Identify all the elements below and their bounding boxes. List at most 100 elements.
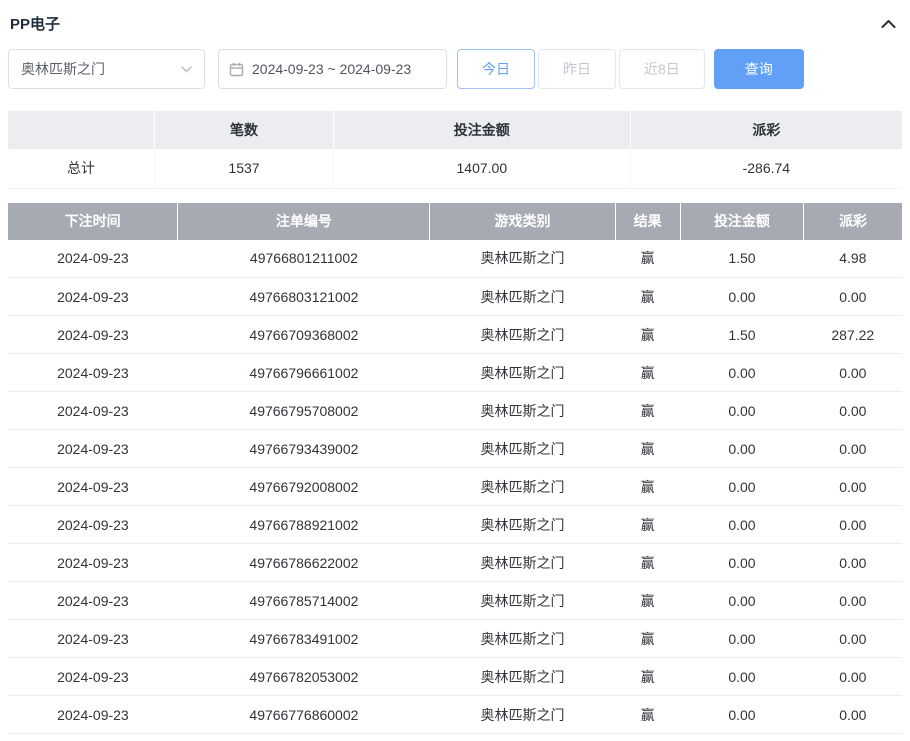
cell-bet-time: 2024-09-23 <box>8 430 178 468</box>
page-title: PP电子 <box>10 13 60 34</box>
bet-table-header-row: 下注时间 注单编号 游戏类别 结果 投注金额 派彩 <box>8 203 902 240</box>
cell-bet-amount: 0.00 <box>680 582 803 620</box>
quick-button-yesterday[interactable]: 昨日 <box>538 49 616 89</box>
cell-bet-id: 49766796661002 <box>178 354 430 392</box>
summary-header-empty <box>8 111 155 149</box>
cell-bet-id: 49766801211002 <box>178 240 430 278</box>
collapse-chevron-up-icon[interactable] <box>881 19 896 29</box>
cell-bet-time: 2024-09-23 <box>8 506 178 544</box>
summary-table: 笔数 投注金额 派彩 总计 1537 1407.00 -286.74 <box>8 111 902 189</box>
cell-result: 赢 <box>615 544 680 582</box>
cell-bet-time: 2024-09-23 <box>8 354 178 392</box>
cell-game-type: 奥林匹斯之门 <box>430 620 615 658</box>
table-row: 2024-09-2349766786622002奥林匹斯之门赢0.000.00 <box>8 544 902 582</box>
cell-game-type: 奥林匹斯之门 <box>430 582 615 620</box>
cell-bet-id: 49766786622002 <box>178 544 430 582</box>
cell-bet-amount: 0.00 <box>680 506 803 544</box>
cell-bet-amount: 0.00 <box>680 544 803 582</box>
cell-result: 赢 <box>615 430 680 468</box>
table-row: 2024-09-2349766782053002奥林匹斯之门赢0.000.00 <box>8 658 902 696</box>
cell-bet-amount: 0.00 <box>680 354 803 392</box>
cell-bet-id: 49766803121002 <box>178 278 430 316</box>
cell-payout: 0.00 <box>804 582 902 620</box>
cell-bet-id: 49766788921002 <box>178 506 430 544</box>
summary-header-count: 笔数 <box>155 111 334 149</box>
cell-bet-amount: 0.00 <box>680 620 803 658</box>
cell-payout: 0.00 <box>804 354 902 392</box>
table-row: 2024-09-2349766709368002奥林匹斯之门赢1.50287.2… <box>8 316 902 354</box>
cell-bet-id: 49766785714002 <box>178 582 430 620</box>
cell-game-type: 奥林匹斯之门 <box>430 392 615 430</box>
cell-result: 赢 <box>615 392 680 430</box>
cell-result: 赢 <box>615 278 680 316</box>
cell-bet-id: 49766782053002 <box>178 658 430 696</box>
cell-payout: 0.00 <box>804 506 902 544</box>
cell-bet-id: 49766783491002 <box>178 620 430 658</box>
cell-game-type: 奥林匹斯之门 <box>430 506 615 544</box>
header-game-type: 游戏类别 <box>430 203 615 240</box>
header-bet-time: 下注时间 <box>8 203 178 240</box>
summary-header-row: 笔数 投注金额 派彩 <box>8 111 902 149</box>
pp-games-panel: PP电子 奥林匹斯之门 2024-09-23 ~ 2024-09-23 今日 <box>0 0 910 734</box>
cell-bet-id: 49766709368002 <box>178 316 430 354</box>
date-range-picker[interactable]: 2024-09-23 ~ 2024-09-23 <box>218 49 447 89</box>
cell-result: 赢 <box>615 620 680 658</box>
cell-payout: 0.00 <box>804 544 902 582</box>
cell-payout: 0.00 <box>804 696 902 734</box>
summary-total-label: 总计 <box>8 149 155 188</box>
game-select-value: 奥林匹斯之门 <box>21 59 105 79</box>
cell-bet-amount: 0.00 <box>680 392 803 430</box>
bet-table: 下注时间 注单编号 游戏类别 结果 投注金额 派彩 2024-09-234976… <box>8 203 902 735</box>
cell-bet-amount: 0.00 <box>680 658 803 696</box>
cell-result: 赢 <box>615 506 680 544</box>
cell-bet-time: 2024-09-23 <box>8 278 178 316</box>
game-select[interactable]: 奥林匹斯之门 <box>8 49 205 89</box>
summary-header-bet-amount: 投注金额 <box>333 111 630 149</box>
table-row: 2024-09-2349766783491002奥林匹斯之门赢0.000.00 <box>8 620 902 658</box>
cell-payout: 287.22 <box>804 316 902 354</box>
cell-bet-time: 2024-09-23 <box>8 544 178 582</box>
header-bet-id: 注单编号 <box>178 203 430 240</box>
cell-bet-time: 2024-09-23 <box>8 468 178 506</box>
cell-game-type: 奥林匹斯之门 <box>430 316 615 354</box>
cell-payout: 4.98 <box>804 240 902 278</box>
cell-bet-time: 2024-09-23 <box>8 316 178 354</box>
cell-payout: 0.00 <box>804 430 902 468</box>
cell-game-type: 奥林匹斯之门 <box>430 430 615 468</box>
cell-bet-amount: 0.00 <box>680 696 803 734</box>
cell-payout: 0.00 <box>804 392 902 430</box>
summary-total-count: 1537 <box>155 149 334 188</box>
cell-bet-amount: 0.00 <box>680 278 803 316</box>
header-bet-amount: 投注金额 <box>680 203 803 240</box>
cell-payout: 0.00 <box>804 658 902 696</box>
cell-bet-time: 2024-09-23 <box>8 658 178 696</box>
table-row: 2024-09-2349766793439002奥林匹斯之门赢0.000.00 <box>8 430 902 468</box>
cell-game-type: 奥林匹斯之门 <box>430 278 615 316</box>
cell-bet-id: 49766793439002 <box>178 430 430 468</box>
header-result: 结果 <box>615 203 680 240</box>
cell-game-type: 奥林匹斯之门 <box>430 658 615 696</box>
table-row: 2024-09-2349766796661002奥林匹斯之门赢0.000.00 <box>8 354 902 392</box>
quick-button-last-8-days[interactable]: 近8日 <box>619 49 705 89</box>
date-range-value: 2024-09-23 ~ 2024-09-23 <box>252 61 411 77</box>
cell-result: 赢 <box>615 696 680 734</box>
table-row: 2024-09-2349766801211002奥林匹斯之门赢1.504.98 <box>8 240 902 278</box>
cell-bet-id: 49766776860002 <box>178 696 430 734</box>
table-row: 2024-09-2349766776860002奥林匹斯之门赢0.000.00 <box>8 696 902 734</box>
cell-payout: 0.00 <box>804 620 902 658</box>
panel-header: PP电子 <box>8 0 902 49</box>
table-row: 2024-09-2349766792008002奥林匹斯之门赢0.000.00 <box>8 468 902 506</box>
cell-game-type: 奥林匹斯之门 <box>430 696 615 734</box>
cell-game-type: 奥林匹斯之门 <box>430 544 615 582</box>
summary-header-payout: 派彩 <box>630 111 902 149</box>
cell-bet-time: 2024-09-23 <box>8 392 178 430</box>
table-row: 2024-09-2349766803121002奥林匹斯之门赢0.000.00 <box>8 278 902 316</box>
cell-bet-amount: 1.50 <box>680 316 803 354</box>
cell-result: 赢 <box>615 240 680 278</box>
bet-table-body: 2024-09-2349766801211002奥林匹斯之门赢1.504.982… <box>8 240 902 734</box>
cell-payout: 0.00 <box>804 468 902 506</box>
chevron-down-icon <box>181 66 192 73</box>
summary-total-row: 总计 1537 1407.00 -286.74 <box>8 149 902 188</box>
quick-button-today[interactable]: 今日 <box>457 49 535 89</box>
search-button[interactable]: 查询 <box>714 49 804 89</box>
